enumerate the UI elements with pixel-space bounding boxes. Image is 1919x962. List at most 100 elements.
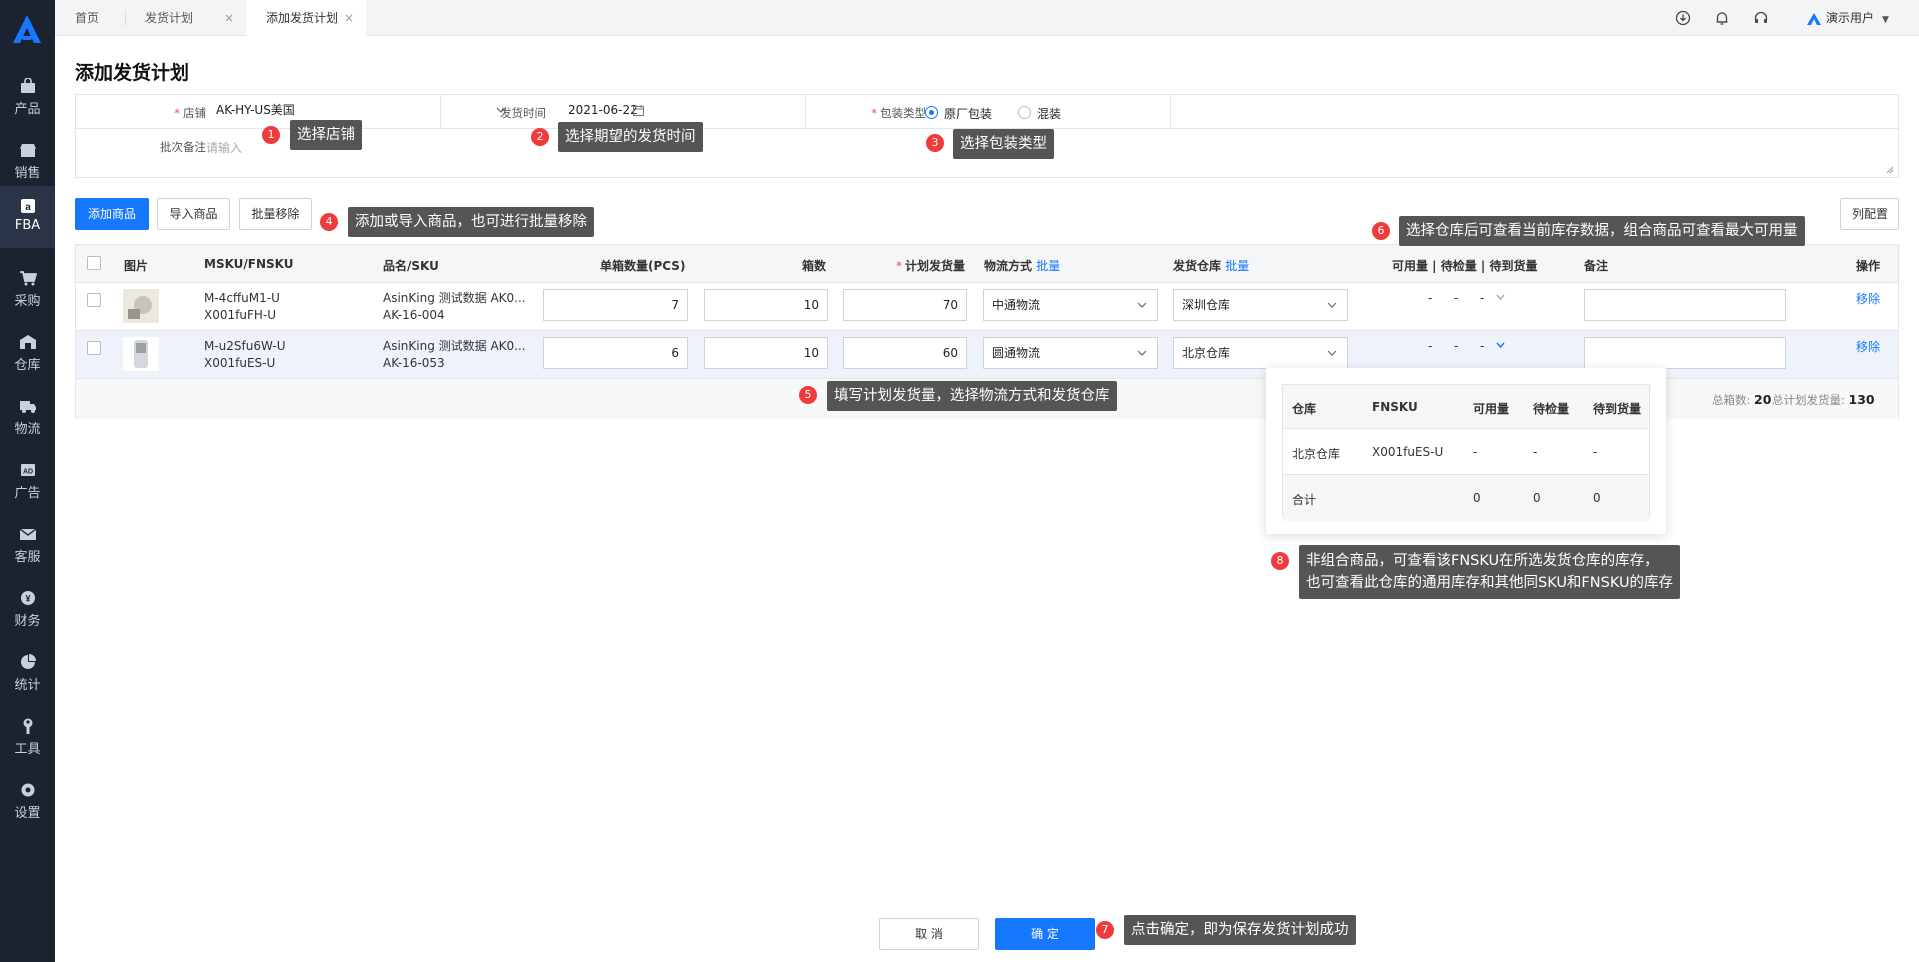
sidebar: 产品 销售 a FBA 采购 仓库 物流 AD 广告 客服 ¥ 财务 统计 工具 xyxy=(0,0,55,962)
sidebar-item-product[interactable]: 产品 xyxy=(0,66,55,128)
svg-text:¥: ¥ xyxy=(25,594,30,604)
store-label: * 店铺 xyxy=(174,106,206,120)
per-box-input[interactable]: 6 xyxy=(543,337,688,369)
tab-home[interactable]: 首页 xyxy=(55,0,125,36)
sidebar-item-label: 销售 xyxy=(14,166,41,181)
annotation-tooltip: 选择期望的发货时间 xyxy=(558,122,703,152)
sidebar-item-label: 采购 xyxy=(14,294,41,309)
tab-label: 发货计划 xyxy=(145,11,194,25)
form-divider xyxy=(1170,95,1171,129)
pie-chart-icon xyxy=(20,654,36,669)
available-qty: - xyxy=(1428,339,1433,353)
pack-option-mixed-radio[interactable] xyxy=(1018,106,1031,119)
warehouse-batch-link[interactable]: 批量 xyxy=(1225,259,1249,273)
user-name: 演示用户 xyxy=(1826,11,1875,25)
bag-icon xyxy=(20,78,35,93)
sidebar-item-label: 工具 xyxy=(14,742,41,757)
sidebar-item-finance[interactable]: ¥ 财务 xyxy=(0,578,55,640)
annotation-badge: 2 xyxy=(531,128,549,146)
planned-input[interactable]: 60 xyxy=(843,337,967,369)
popover-cell: - xyxy=(1473,445,1478,459)
annotation-badge: 7 xyxy=(1096,921,1114,939)
shop-icon xyxy=(19,144,36,157)
resize-handle-icon[interactable] xyxy=(1886,166,1894,174)
popover-cell: 0 xyxy=(1473,491,1481,505)
tab-label: 添加发货计划 xyxy=(266,11,339,25)
sidebar-item-tools[interactable]: 工具 xyxy=(0,706,55,768)
annotation-badge: 1 xyxy=(262,126,280,144)
close-icon[interactable]: × xyxy=(344,0,354,36)
sidebar-item-stats[interactable]: 统计 xyxy=(0,642,55,704)
confirm-button[interactable]: 确 定 xyxy=(995,918,1095,950)
date-label: 发货时间 xyxy=(500,106,546,120)
sidebar-item-label: 统计 xyxy=(14,678,41,693)
annotation-line: 非组合商品，可查看该FNSKU在所选发货仓库的库存， xyxy=(1306,553,1659,569)
planned-input[interactable]: 70 xyxy=(843,289,967,321)
download-icon[interactable] xyxy=(1675,10,1691,26)
boxes-input[interactable]: 10 xyxy=(704,337,828,369)
table-row[interactable]: M-4cffuM1-U X001fuFH-U AsinKing 测试数据 AK0… xyxy=(76,283,1898,331)
logistics-select[interactable]: 圆通物流 xyxy=(983,337,1158,369)
chevron-down-icon[interactable] xyxy=(1496,342,1505,349)
remove-link[interactable]: 移除 xyxy=(1856,290,1880,307)
incoming-qty: - xyxy=(1480,339,1485,353)
app-logo-icon[interactable] xyxy=(10,12,44,46)
remark-input[interactable] xyxy=(1584,289,1786,321)
pack-option-original-label: 原厂包装 xyxy=(944,107,993,121)
import-product-button[interactable]: 导入商品 xyxy=(157,198,230,230)
pack-option-original-radio[interactable] xyxy=(925,106,938,119)
sidebar-item-fba[interactable]: a FBA xyxy=(0,186,55,248)
annotation-badge: 6 xyxy=(1372,222,1390,240)
chevron-down-icon[interactable] xyxy=(1496,294,1505,301)
row-checkbox[interactable] xyxy=(87,293,101,307)
sidebar-item-purchase[interactable]: 采购 xyxy=(0,258,55,320)
column-config-button[interactable]: 列配置 xyxy=(1840,198,1899,230)
col-action: 操作 xyxy=(1856,259,1881,273)
logistics-batch-link[interactable]: 批量 xyxy=(1036,259,1060,273)
remark-input[interactable] xyxy=(1584,337,1786,369)
truck-icon xyxy=(19,401,36,413)
ad-icon: AD xyxy=(20,464,35,476)
col-boxes: 箱数 xyxy=(802,259,827,273)
sidebar-item-warehouse[interactable]: 仓库 xyxy=(0,322,55,384)
msku: M-u2Sfu6W-U xyxy=(204,339,286,353)
boxes-input[interactable]: 10 xyxy=(704,289,828,321)
cart-icon xyxy=(19,271,37,286)
bell-icon[interactable] xyxy=(1714,10,1730,26)
user-menu[interactable]: 演示用户 ▼ xyxy=(1807,0,1889,36)
cancel-button[interactable]: 取 消 xyxy=(879,918,979,950)
remove-link[interactable]: 移除 xyxy=(1856,338,1880,355)
sidebar-item-service[interactable]: 客服 xyxy=(0,514,55,576)
close-icon[interactable]: × xyxy=(224,0,234,36)
row-checkbox[interactable] xyxy=(87,341,101,355)
sidebar-item-sales[interactable]: 销售 xyxy=(0,130,55,192)
sidebar-item-label: FBA xyxy=(14,218,41,233)
note-input[interactable]: 请输入 xyxy=(206,139,242,156)
tab-add-shipment-plan[interactable]: 添加发货计划 × xyxy=(246,0,366,36)
sidebar-item-settings[interactable]: 设置 xyxy=(0,770,55,832)
select-all-checkbox[interactable] xyxy=(87,256,101,270)
per-box-input[interactable]: 7 xyxy=(543,289,688,321)
logistics-select[interactable]: 中通物流 xyxy=(983,289,1158,321)
svg-text:a: a xyxy=(25,202,31,213)
page-title: 添加发货计划 xyxy=(75,62,190,84)
tab-shipment-plan[interactable]: 发货计划 × xyxy=(125,0,246,36)
sidebar-item-logistics[interactable]: 物流 xyxy=(0,386,55,448)
annotation-tooltip: 添加或导入商品，也可进行批量移除 xyxy=(348,207,594,237)
warehouse-select[interactable]: 北京仓库 xyxy=(1173,337,1348,369)
batch-remove-button[interactable]: 批量移除 xyxy=(239,198,312,230)
annotation-tooltip: 选择仓库后可查看当前库存数据，组合商品可查看最大可用量 xyxy=(1399,216,1805,246)
popover-cell: X001fuES-U xyxy=(1372,445,1444,459)
popover-cell: - xyxy=(1593,445,1598,459)
popover-col-inspect: 待检量 xyxy=(1533,402,1570,416)
add-product-button[interactable]: 添加商品 xyxy=(75,198,149,230)
popover-cell: 0 xyxy=(1533,491,1541,505)
annotation-badge: 3 xyxy=(926,134,944,152)
fnsku: X001fuFH-U xyxy=(204,308,276,322)
msku: M-4cffuM1-U xyxy=(204,291,280,305)
sidebar-item-ads[interactable]: AD 广告 xyxy=(0,450,55,512)
col-logistics: 物流方式 批量 xyxy=(984,259,1061,273)
headset-icon[interactable] xyxy=(1753,10,1769,26)
sidebar-item-label: 产品 xyxy=(14,102,41,117)
warehouse-select[interactable]: 深圳仓库 xyxy=(1173,289,1348,321)
